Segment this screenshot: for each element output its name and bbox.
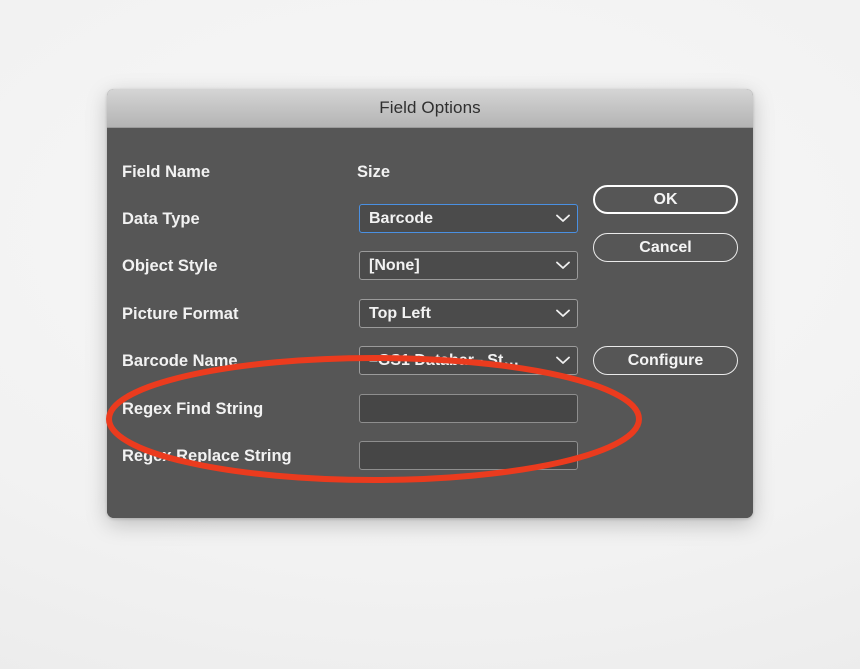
input-regex-replace-string[interactable] — [359, 441, 578, 470]
value-field-name: Size — [357, 163, 391, 181]
cancel-button[interactable]: Cancel — [593, 233, 738, 262]
row-field-name: Field Name Size — [107, 157, 753, 187]
select-barcode-name-value: –GS1 Databar– St… — [369, 351, 520, 369]
label-regex-find-string: Regex Find String — [122, 400, 264, 418]
dialog-title: Field Options — [379, 98, 481, 117]
label-object-style: Object Style — [122, 257, 218, 275]
configure-button[interactable]: Configure — [593, 346, 738, 375]
dialog-body: Field Name Size Data Type Barcode Object… — [107, 128, 753, 518]
chevron-down-icon — [552, 205, 574, 232]
select-data-type-value: Barcode — [369, 209, 434, 227]
select-barcode-name[interactable]: –GS1 Databar– St… — [359, 346, 578, 375]
input-regex-find-string[interactable] — [359, 394, 578, 423]
label-picture-format: Picture Format — [122, 305, 239, 323]
label-barcode-name: Barcode Name — [122, 352, 238, 370]
ok-button[interactable]: OK — [593, 185, 738, 214]
field-options-dialog: Field Options Field Name Size Data Type … — [107, 89, 753, 518]
label-regex-replace-string: Regex Replace String — [122, 447, 292, 465]
select-object-style-value: [None] — [369, 256, 420, 274]
select-picture-format-value: Top Left — [369, 304, 431, 322]
label-data-type: Data Type — [122, 210, 200, 228]
chevron-down-icon — [552, 347, 574, 374]
dialog-titlebar[interactable]: Field Options — [107, 89, 753, 128]
chevron-down-icon — [552, 300, 574, 327]
select-picture-format[interactable]: Top Left — [359, 299, 578, 328]
select-data-type[interactable]: Barcode — [359, 204, 578, 233]
label-field-name: Field Name — [122, 163, 211, 181]
row-regex-replace-string: Regex Replace String — [107, 441, 753, 471]
row-regex-find-string: Regex Find String — [107, 394, 753, 424]
chevron-down-icon — [552, 252, 574, 279]
select-object-style[interactable]: [None] — [359, 251, 578, 280]
row-picture-format: Picture Format Top Left — [107, 299, 753, 329]
